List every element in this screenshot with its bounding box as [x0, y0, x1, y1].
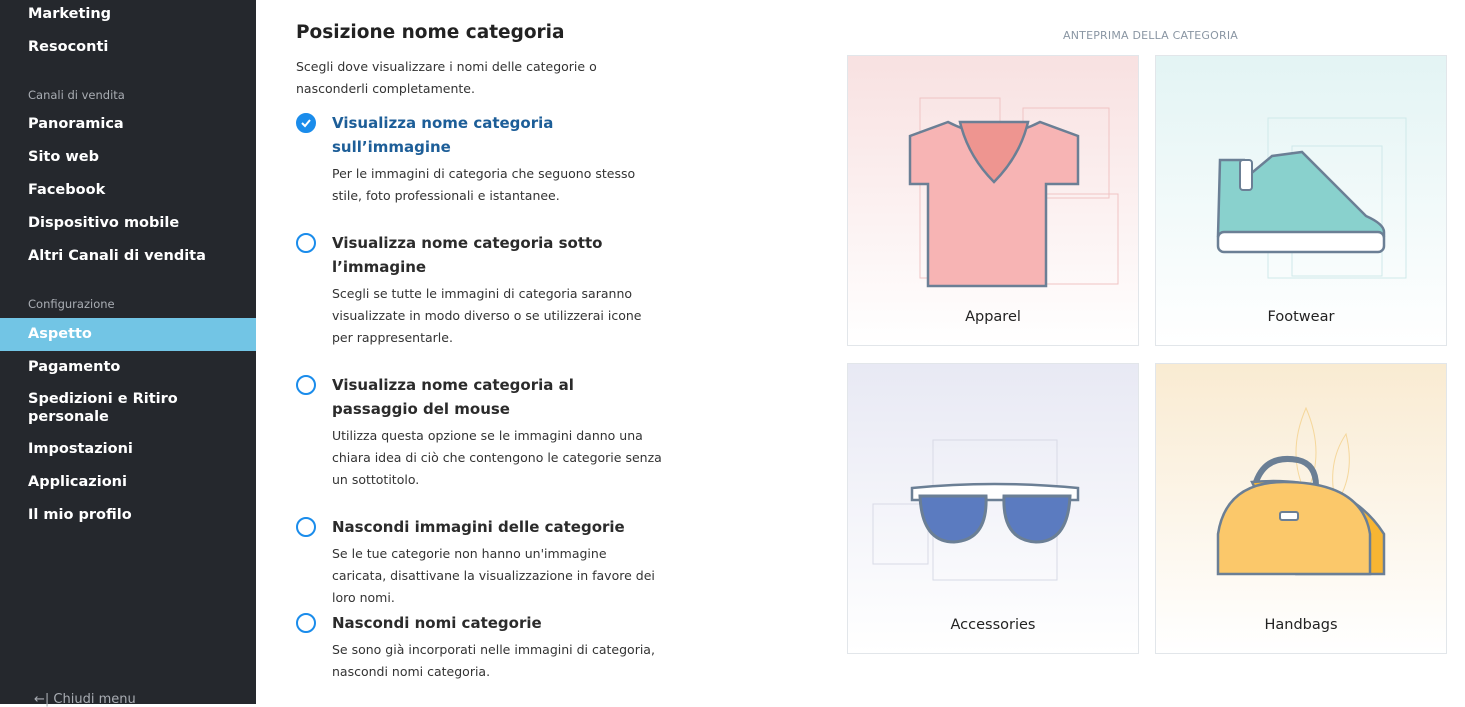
arrow-left-icon: ←| — [34, 692, 50, 707]
sidebar-item-other-channels[interactable]: Altri Canali di vendita — [28, 248, 206, 264]
radio-icon[interactable] — [296, 613, 316, 633]
sidebar-item-shipping[interactable]: Spedizioni e Ritiro personale — [28, 390, 208, 426]
page-title: Posizione nome categoria — [296, 22, 565, 43]
preview-card-handbags: Handbags — [1155, 363, 1447, 654]
section-sales-channels: Canali di vendita — [28, 88, 125, 102]
sidebar-item-reports[interactable]: Resoconti — [28, 39, 108, 55]
card-name: Handbags — [1264, 617, 1338, 633]
preview-label: ANTEPRIMA DELLA CATEGORIA — [1063, 29, 1239, 42]
section-configuration: Configurazione — [28, 297, 115, 311]
sidebar-item-settings[interactable]: Impostazioni — [28, 441, 133, 457]
sunglasses-icon — [872, 439, 1080, 581]
option-hide-images[interactable]: Nascondi immagini delle categorie Se le … — [296, 515, 676, 609]
card-name: Footwear — [1267, 309, 1335, 325]
radio-icon[interactable] — [296, 375, 316, 395]
card-name: Accessories — [950, 617, 1036, 633]
radio-checked-icon[interactable] — [296, 113, 316, 133]
close-menu-button[interactable]: ←| Chiudi menu — [34, 692, 136, 707]
sidebar-item-mobile[interactable]: Dispositivo mobile — [28, 215, 179, 231]
option-on-image[interactable]: Visualizza nome categoria sull’immagine … — [296, 111, 676, 207]
sidebar-item-profile[interactable]: Il mio profilo — [28, 507, 132, 523]
option-below-image[interactable]: Visualizza nome categoria sotto l’immagi… — [296, 231, 676, 349]
card-name: Apparel — [965, 309, 1021, 325]
preview-card-accessories: Accessories — [847, 363, 1139, 654]
sidebar-item-website[interactable]: Sito web — [28, 149, 99, 165]
preview-card-footwear: Footwear — [1155, 55, 1447, 346]
handbag-icon — [1216, 406, 1386, 576]
radio-icon[interactable] — [296, 233, 316, 253]
sidebar-item-facebook[interactable]: Facebook — [28, 182, 105, 198]
intro-text: Scegli dove visualizzare i nomi delle ca… — [296, 59, 597, 96]
sidebar-item-payment[interactable]: Pagamento — [28, 359, 120, 375]
option-on-hover[interactable]: Visualizza nome categoria al passaggio d… — [296, 373, 676, 491]
sidebar-item-overview[interactable]: Panoramica — [28, 116, 124, 132]
sidebar-item-apps[interactable]: Applicazioni — [28, 474, 127, 490]
sneaker-icon — [1216, 117, 1407, 279]
sidebar: Marketing Resoconti Canali di vendita Pa… — [0, 0, 256, 707]
radio-icon[interactable] — [296, 517, 316, 537]
option-hide-names[interactable]: Nascondi nomi categorie Se sono già inco… — [296, 611, 676, 683]
tshirt-icon — [908, 97, 1119, 288]
sidebar-item-marketing[interactable]: Marketing — [28, 6, 111, 22]
sidebar-item-appearance[interactable]: Aspetto — [28, 326, 92, 342]
preview-card-apparel: Apparel — [847, 55, 1139, 346]
